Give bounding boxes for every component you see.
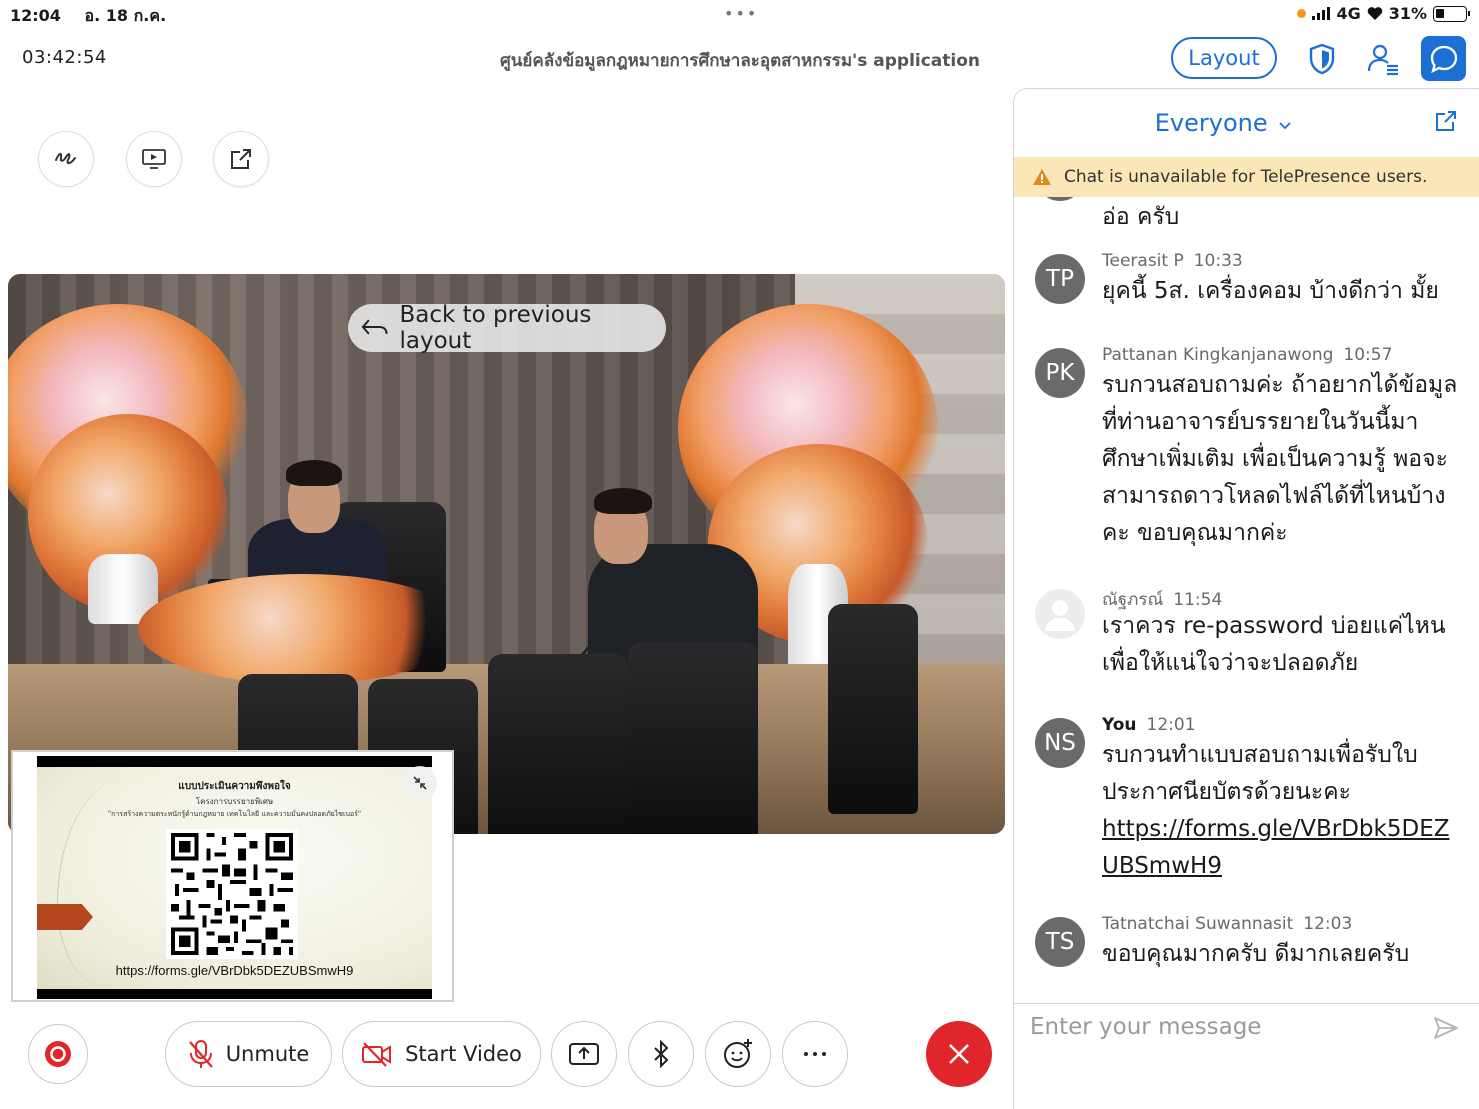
mic-indicator-icon bbox=[1297, 9, 1307, 18]
minimize-icon[interactable] bbox=[403, 766, 437, 800]
annotate-icon bbox=[55, 152, 76, 165]
signal-icon bbox=[1312, 7, 1331, 20]
chat-composer: Enter your message bbox=[1014, 1003, 1479, 1109]
chat-message-text: รบกวนทำแบบสอบถามเพื่อรับใบประกาศนียบัตรด… bbox=[1102, 737, 1462, 885]
avatar: NS bbox=[1035, 718, 1085, 768]
default-avatar-icon bbox=[1045, 600, 1075, 631]
message-time: 12:03 bbox=[1303, 914, 1353, 934]
sender-name: Tatnatchai Suwannasit bbox=[1102, 914, 1294, 934]
share-screen-button[interactable] bbox=[126, 131, 182, 187]
slide-arrow-shape bbox=[37, 904, 93, 930]
record-button[interactable] bbox=[28, 1024, 88, 1084]
back-arrow-icon bbox=[361, 319, 388, 335]
chat-warning-banner: Chat is unavailable for TelePresence use… bbox=[1014, 157, 1479, 197]
bluetooth-icon bbox=[654, 1040, 669, 1068]
more-options-button[interactable] bbox=[782, 1021, 848, 1087]
send-icon[interactable] bbox=[1432, 1014, 1460, 1046]
back-layout-label: Back to previous layout bbox=[399, 302, 592, 354]
chat-messages: อ่อ ครับ TP Teerasit P 10:33 ยุคนี้ 5ส. เ… bbox=[1014, 197, 1479, 1003]
bluetooth-button[interactable] bbox=[628, 1021, 694, 1087]
slide-url: https://forms.gle/VBrDbk5DEZUBSmwH9 bbox=[115, 963, 354, 978]
emoji-add-icon bbox=[724, 1039, 752, 1068]
more-icon bbox=[804, 1052, 826, 1056]
mic-muted-icon bbox=[188, 1040, 213, 1068]
chat-message-meta: You 12:01 bbox=[1102, 715, 1196, 735]
shared-content-thumbnail[interactable]: แบบประเมินความพึงพอใจ โครงการบรรยายพิเศษ… bbox=[11, 750, 454, 1002]
message-time: 12:01 bbox=[1146, 715, 1196, 735]
meeting-title: ศูนย์คลังข้อมูลกฎหมายการศึกษาละอุตสาหกรร… bbox=[499, 51, 981, 71]
sender-name: You bbox=[1102, 715, 1137, 735]
chat-message-text: ขอบคุณมากครับ ดีมากเลยครับ bbox=[1102, 941, 1410, 967]
slide-subtitle: โครงการบรรยายพิเศษ bbox=[195, 797, 274, 806]
security-shield-icon[interactable] bbox=[1303, 40, 1341, 78]
battery-percent: 31% bbox=[1388, 4, 1427, 23]
message-time: 11:54 bbox=[1173, 590, 1223, 610]
slide: แบบประเมินความพึงพอใจ โครงการบรรยายพิเศษ… bbox=[37, 756, 432, 999]
share-upload-icon bbox=[569, 1043, 599, 1065]
multitask-dots[interactable]: ••• bbox=[724, 4, 758, 23]
record-icon bbox=[45, 1041, 71, 1067]
warning-icon bbox=[1033, 169, 1051, 185]
chat-toggle-button[interactable] bbox=[1421, 36, 1466, 81]
meeting-timer: 03:42:54 bbox=[22, 47, 107, 68]
form-link[interactable]: https://forms.gle/VBrDbk5DEZUBSmwH9 bbox=[1102, 816, 1449, 879]
message-input[interactable]: Enter your message bbox=[1030, 1014, 1261, 1040]
message-time: 10:33 bbox=[1193, 251, 1243, 271]
chat-audience-selector[interactable]: Everyone bbox=[1014, 109, 1434, 137]
chat-audience-label: Everyone bbox=[1154, 109, 1268, 137]
sender-name: ณัฐภรณ์ bbox=[1102, 590, 1164, 610]
back-to-previous-layout-button[interactable]: Back to previous layout bbox=[348, 302, 666, 354]
status-right: 4G 31% bbox=[1297, 4, 1470, 23]
close-icon bbox=[949, 1044, 969, 1064]
message-time: 10:57 bbox=[1343, 345, 1393, 365]
sender-name: Teerasit P bbox=[1102, 251, 1184, 271]
chat-message-text: อ่อ ครับ bbox=[1102, 204, 1180, 230]
screen-share-icon bbox=[142, 149, 166, 169]
status-time: 12:04 bbox=[10, 6, 61, 25]
slide-topic: "การสร้างความตระหนักรู้ด้านกฎหมาย เทคโนโ… bbox=[107, 810, 362, 818]
avatar bbox=[1035, 589, 1085, 639]
chat-message-text: รบกวนสอบถามค่ะ ถ้าอยากได้ข้อมูลที่ท่านอา… bbox=[1102, 372, 1458, 546]
share-content-button[interactable] bbox=[551, 1021, 617, 1087]
reactions-button[interactable] bbox=[705, 1021, 771, 1087]
heart-icon bbox=[1367, 7, 1382, 20]
sender-name: Pattanan Kingkanjanawong bbox=[1102, 345, 1334, 365]
popout-button[interactable] bbox=[213, 131, 269, 187]
chat-message-body: รบกวนทำแบบสอบถามเพื่อรับใบประกาศนียบัตรด… bbox=[1102, 742, 1418, 805]
chat-panel: Everyone Chat is unavailable for TelePre… bbox=[1013, 88, 1479, 1109]
participants-icon[interactable] bbox=[1364, 40, 1402, 78]
status-left: 12:04 อ. 18 ก.ค. bbox=[10, 4, 184, 29]
qr-code bbox=[166, 829, 298, 959]
chat-message-meta: Pattanan Kingkanjanawong 10:57 bbox=[1102, 345, 1392, 365]
chat-header: Everyone bbox=[1014, 89, 1479, 157]
video-off-icon bbox=[362, 1042, 392, 1067]
avatar: PK bbox=[1035, 348, 1085, 398]
status-bar: 12:04 อ. 18 ก.ค. ••• 4G 31% bbox=[0, 0, 1479, 30]
annotate-button[interactable] bbox=[38, 131, 94, 187]
chat-warning-text: Chat is unavailable for TelePresence use… bbox=[1064, 167, 1428, 187]
layout-button[interactable]: Layout bbox=[1171, 37, 1277, 79]
chat-message-text: เราควร re-password บ่อยแค่ไหน เพื่อให้แน… bbox=[1102, 613, 1446, 676]
avatar bbox=[1035, 197, 1085, 201]
chevron-down-icon bbox=[1279, 122, 1291, 130]
end-call-button[interactable] bbox=[926, 1021, 992, 1087]
unmute-label: Unmute bbox=[225, 1042, 310, 1066]
battery-icon bbox=[1433, 5, 1470, 22]
network-type: 4G bbox=[1336, 4, 1361, 23]
unmute-button[interactable]: Unmute bbox=[165, 1021, 332, 1087]
avatar: TP bbox=[1035, 254, 1085, 304]
chat-message-meta: Teerasit P 10:33 bbox=[1102, 251, 1243, 271]
chat-popout-icon[interactable] bbox=[1434, 109, 1458, 137]
chat-bubble-icon bbox=[1430, 45, 1457, 73]
chat-message-meta: Tatnatchai Suwannasit 12:03 bbox=[1102, 914, 1352, 934]
avatar: TS bbox=[1035, 917, 1085, 967]
start-video-label: Start Video bbox=[405, 1042, 522, 1066]
status-date: อ. 18 ก.ค. bbox=[84, 6, 167, 25]
start-video-button[interactable]: Start Video bbox=[342, 1021, 541, 1087]
external-window-icon bbox=[231, 149, 251, 169]
slide-title: แบบประเมินความพึงพอใจ bbox=[178, 781, 291, 792]
chat-message-text: ยุคนี้ 5ส. เครื่องคอม บ้างดีกว่า มั้ย bbox=[1102, 278, 1439, 304]
